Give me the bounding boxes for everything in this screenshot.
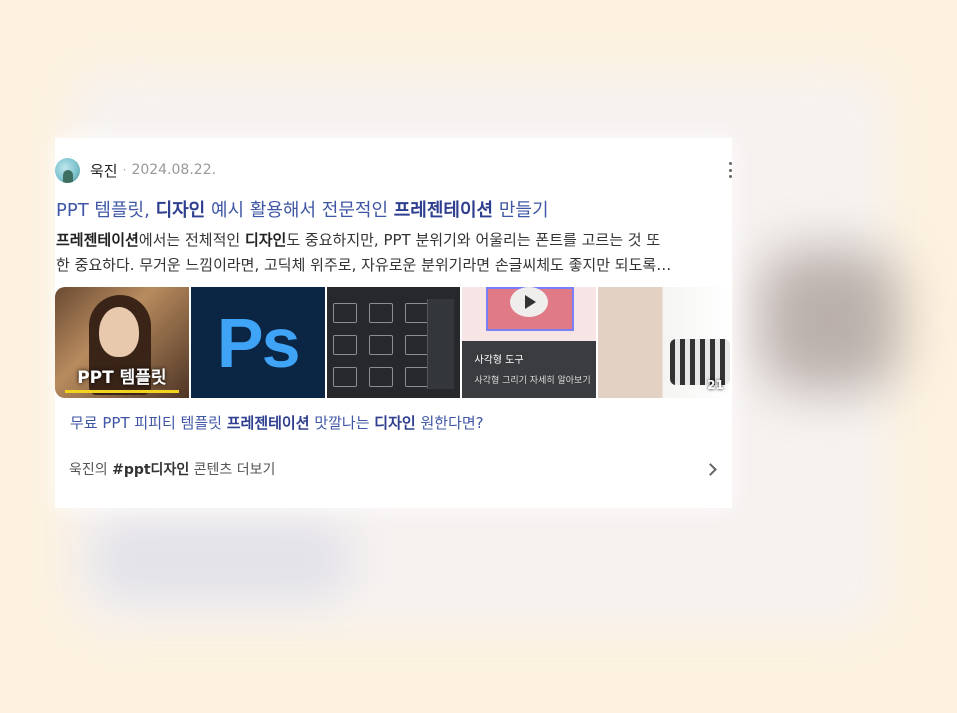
image-count-badge: 21	[707, 378, 724, 392]
thumbnail-caption: 사각형 도구	[474, 355, 524, 366]
chevron-right-icon	[704, 462, 717, 476]
meta-separator: ·	[122, 163, 127, 177]
thumbnail-strip: PPT 템플릿 Ps 사각형 도구 사각형 그리기 자세히 알아보기 21	[55, 287, 732, 398]
related-post-link[interactable]: 무료 PPT 피피티 템플릿 프레젠테이션 맛깔나는 디자인 원한다면?	[70, 412, 484, 433]
post-meta: 욱진 · 2024.08.22.	[55, 157, 217, 183]
post-date: 2024.08.22.	[131, 162, 217, 178]
thumbnail-subcaption: 사각형 그리기 자세히 알아보기	[474, 376, 591, 386]
thumbnail-ppt-template[interactable]: PPT 템플릿	[55, 287, 189, 398]
blurred-background-shape	[90, 520, 350, 600]
thumbnail-caption: PPT 템플릿	[77, 368, 167, 388]
thumbnail-video[interactable]: 사각형 도구 사각형 그리기 자세히 알아보기	[462, 287, 597, 398]
post-title-link[interactable]: PPT 템플릿, 디자인 예시 활용해서 전문적인 프레젠테이션 만들기	[56, 196, 549, 222]
thumbnail-interior[interactable]: 21	[598, 287, 732, 398]
search-result-card: 욱진 · 2024.08.22. PPT 템플릿, 디자인 예시 활용해서 전문…	[55, 138, 732, 508]
author-name[interactable]: 욱진	[90, 160, 118, 181]
thumbnail-screenshot[interactable]	[326, 287, 461, 398]
more-content-link[interactable]: 욱진의 #ppt디자인 콘텐츠 더보기	[69, 458, 721, 480]
more-content-label: 욱진의 #ppt디자인 콘텐츠 더보기	[69, 462, 276, 478]
post-description[interactable]: 프레젠테이션에서는 전체적인 디자인도 중요하지만, PPT 분위기와 어울리는…	[56, 228, 728, 278]
photoshop-logo: Ps	[216, 303, 301, 382]
thumbnail-photoshop[interactable]: Ps	[190, 287, 325, 398]
blurred-background-shape	[760, 250, 900, 390]
author-avatar[interactable]	[55, 157, 80, 183]
more-vertical-icon[interactable]	[728, 162, 732, 178]
